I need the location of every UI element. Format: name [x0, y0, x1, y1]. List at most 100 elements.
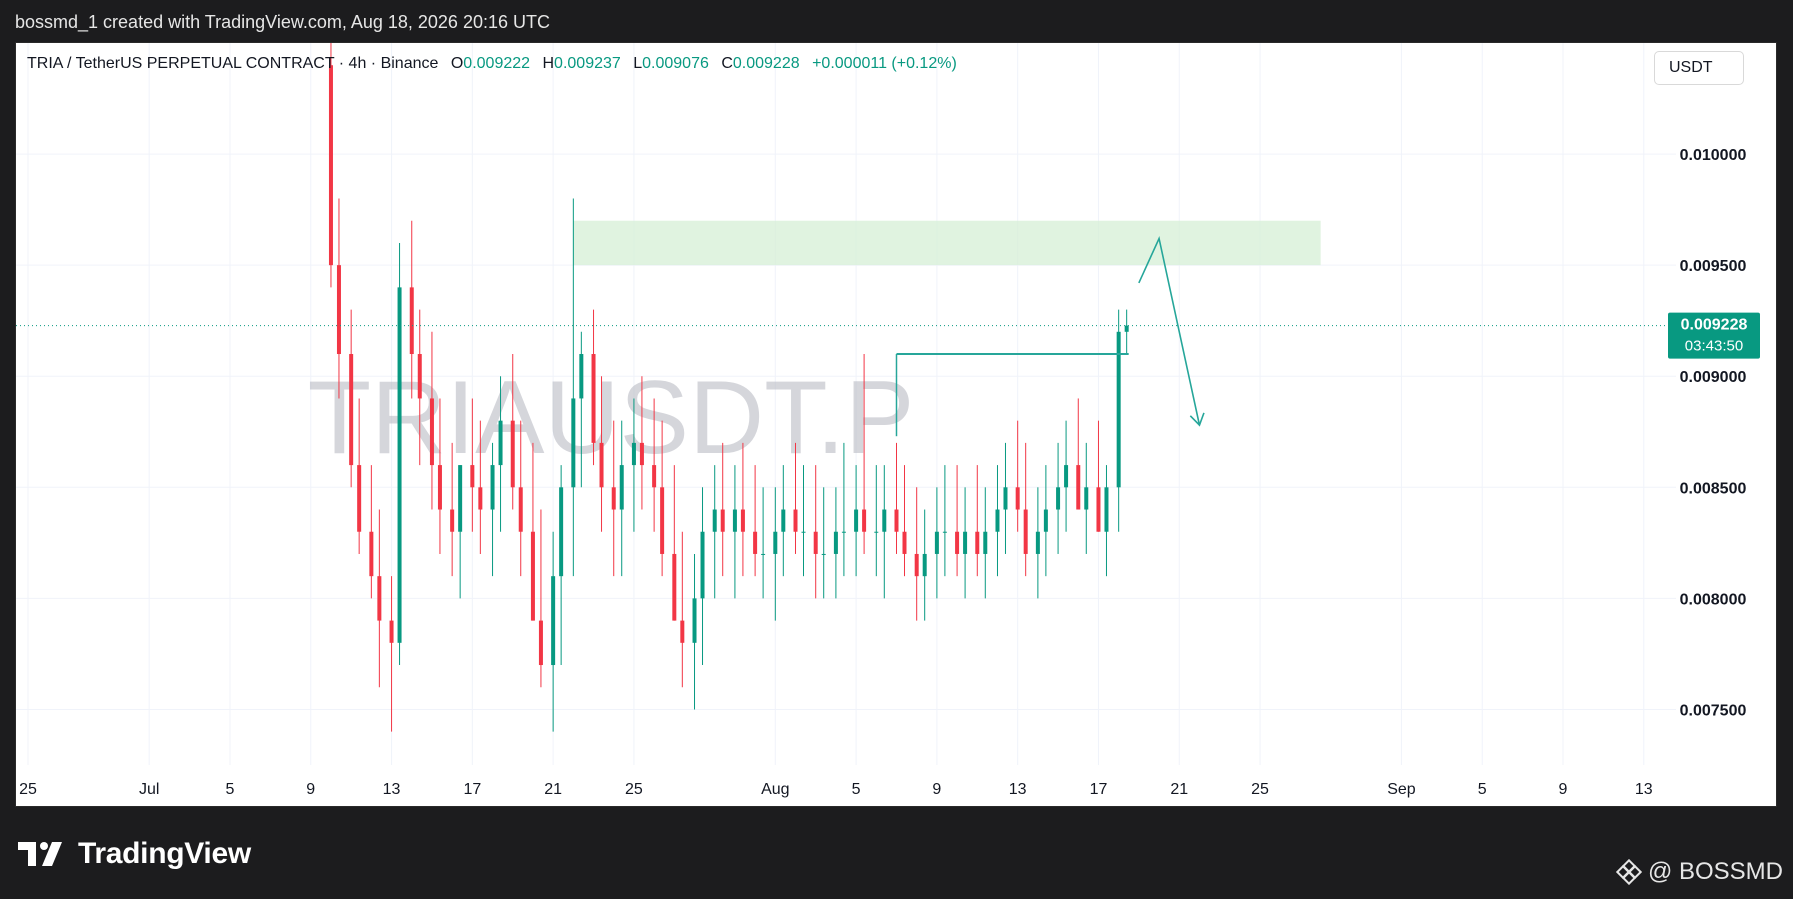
candle-body: [841, 531, 846, 533]
candle-body: [995, 509, 1000, 532]
candle-body: [983, 531, 988, 554]
candlestick-chart[interactable]: TRIAUSDT.P0.0100000.0095000.0090000.0085…: [16, 43, 1777, 807]
candle-body: [813, 531, 818, 554]
candle-body: [478, 487, 483, 510]
candle-body: [417, 354, 422, 399]
time-tick-label: 25: [1251, 781, 1269, 798]
candle-body: [619, 465, 624, 510]
candle-body: [518, 487, 523, 532]
high-label: H: [542, 55, 555, 72]
price-tick-label: 0.008000: [1680, 591, 1747, 608]
candle-body: [470, 465, 475, 488]
candle-body: [801, 531, 806, 533]
candle-body: [437, 465, 442, 510]
candle-body: [773, 531, 778, 554]
candle-body: [975, 531, 980, 554]
candle-body: [571, 398, 576, 488]
time-tick-label: Aug: [761, 781, 789, 798]
candle-body: [793, 509, 798, 532]
candle-body: [1064, 465, 1069, 488]
chart-frame[interactable]: TRIAUSDT.P 0.010000 0.009500 0.009000 0.0085…: [15, 42, 1777, 807]
time-tick-label: 5: [1478, 781, 1487, 798]
time-tick-label: 13: [1009, 781, 1027, 798]
price-tick-label: 0.009000: [1680, 369, 1747, 386]
candle-body: [1084, 487, 1089, 510]
price-tick-label: 0.010000: [1680, 147, 1747, 164]
price-tick-label: 0.008500: [1680, 480, 1747, 497]
publisher-line: bossmd_1 created with TradingView.com, A…: [15, 12, 550, 32]
candle-body: [955, 531, 960, 554]
candle-body: [369, 531, 374, 577]
candle-body: [551, 576, 556, 666]
tradingview-brand: TradingView: [78, 837, 251, 870]
candle-body: [781, 509, 786, 532]
candle-body: [530, 531, 535, 621]
candle-body: [591, 354, 596, 443]
high-value: 0.009237: [554, 55, 621, 72]
candle-body: [1003, 487, 1008, 510]
change-value: +0.000011 (+0.12%): [812, 55, 957, 72]
candle-body: [753, 531, 758, 554]
candle-body: [740, 509, 745, 532]
author-name: @ BOSSMD: [1647, 858, 1783, 885]
candle-body: [579, 354, 584, 399]
candle-body: [652, 465, 657, 488]
author-tag: @ BOSSMD: [1615, 858, 1783, 886]
candle-body: [874, 531, 879, 533]
ohlc-legend: TRIA / TetherUS PERPETUAL CONTRACT · 4h …: [27, 55, 957, 73]
candle-body: [336, 265, 341, 355]
candle-body: [349, 354, 354, 466]
candle-body: [611, 487, 616, 510]
time-tick-label: 25: [19, 781, 37, 798]
price-tick-label: 0.009500: [1680, 258, 1747, 275]
open-label: O: [450, 55, 464, 72]
time-tick-label: 13: [383, 781, 401, 798]
candle-body: [862, 509, 867, 532]
candle-body: [672, 553, 677, 621]
candle-body: [599, 442, 604, 488]
time-tick-label: 5: [852, 781, 861, 798]
candle-body: [942, 531, 947, 533]
candle-body: [450, 509, 455, 532]
candle-body: [1104, 487, 1109, 532]
candle-body: [1076, 465, 1081, 510]
currency-button[interactable]: USDT: [1654, 51, 1744, 85]
candle-body: [712, 509, 717, 532]
candle-body: [490, 465, 495, 510]
resistance-zone: [573, 220, 1321, 266]
candle-body: [882, 509, 887, 532]
candle-body: [389, 620, 394, 643]
candle-body: [498, 420, 503, 466]
tradingview-logo: TradingView: [18, 836, 251, 872]
candle-body: [1096, 487, 1101, 532]
time-tick-label: 21: [1170, 781, 1188, 798]
time-tick-label: 9: [932, 781, 941, 798]
close-value: 0.009228: [732, 55, 800, 72]
time-tick-label: 17: [463, 781, 481, 798]
candle-body: [854, 509, 859, 532]
candle-body: [680, 620, 685, 643]
last-price-countdown: 03:43:50: [1685, 338, 1743, 355]
candle-body: [732, 509, 737, 532]
time-tick-label: 21: [544, 781, 562, 798]
time-tick-label: Jul: [139, 781, 159, 798]
candle-body: [458, 465, 463, 532]
candle-body: [538, 620, 543, 666]
candle-body: [902, 531, 907, 554]
currency-label: USDT: [1669, 59, 1713, 76]
binance-icon: [1615, 859, 1642, 885]
price-tick-label: 0.007500: [1680, 702, 1747, 719]
candle-body: [357, 465, 362, 532]
time-tick-label: 9: [1559, 781, 1568, 798]
candle-body: [1015, 487, 1020, 510]
candle-body: [761, 553, 766, 555]
candle-body: [429, 398, 434, 466]
candle-body: [833, 531, 838, 554]
projection-path: [1138, 235, 1201, 426]
candle-body: [1116, 331, 1121, 488]
candle-body: [1124, 325, 1129, 332]
low-label: L: [633, 55, 643, 72]
low-value: 0.009076: [642, 55, 709, 72]
publisher-bar: bossmd_1 created with TradingView.com, A…: [0, 0, 1793, 42]
time-tick-label: 17: [1090, 781, 1108, 798]
